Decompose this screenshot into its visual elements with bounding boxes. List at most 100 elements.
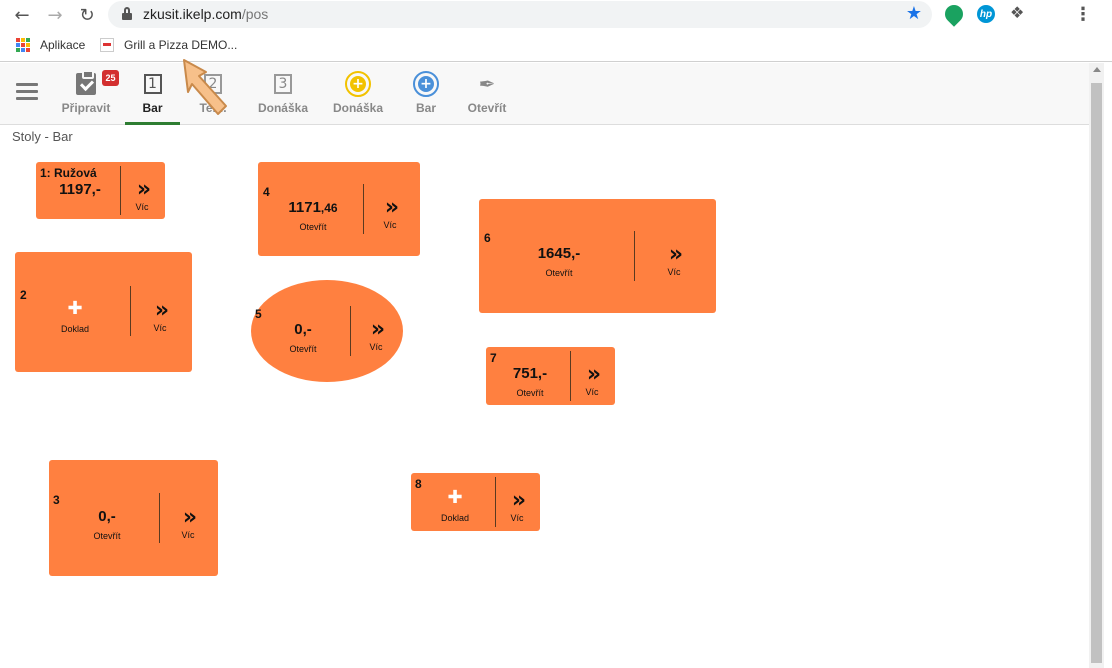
table-number: 5 (255, 307, 262, 321)
green-extension-icon[interactable] (941, 1, 967, 27)
table-number: 7 (490, 351, 497, 365)
double-chevron-right-icon: ›› (668, 242, 683, 267)
table-number: 1: Ružová (40, 166, 97, 180)
table-more-button[interactable]: ›› Víc (575, 364, 609, 398)
double-chevron-right-icon: ›› (182, 505, 197, 530)
number-box-icon: 1 (143, 74, 162, 94)
plus-circle-yellow-icon: + (345, 71, 371, 97)
table-5[interactable]: 5 0,- Otevřít ›› Víc (251, 280, 403, 382)
pos-app: Připravit 25 1 Bar 2 Ter... 3 Donáška + … (0, 63, 1089, 668)
table-divider (350, 306, 351, 356)
table-4[interactable]: 4 1171,46 Otevřít ›› Víc (258, 162, 420, 256)
bookmark-label: Aplikace (40, 38, 86, 52)
table-amount: 1171,46 (280, 199, 346, 216)
table-amount: 0,- (98, 508, 116, 525)
more-label: Víc (369, 342, 383, 352)
table-divider (159, 493, 160, 543)
bookmark-star-icon[interactable]: ★ (906, 3, 922, 24)
tab-donaska-3[interactable]: 3 Donáška (254, 71, 312, 125)
table-number: 6 (484, 231, 491, 245)
amount-decimal: ,46 (320, 201, 338, 215)
tab-label: Otevřít (467, 101, 507, 115)
hp-extension-icon[interactable]: hp (977, 5, 995, 23)
plus-icon: ✚ (67, 298, 83, 319)
table-status: Otevřít (545, 268, 573, 278)
tab-label: Bar (142, 101, 163, 115)
table-6[interactable]: 6 1645,- Otevřít ›› Víc (479, 199, 716, 313)
double-chevron-right-icon: ›› (511, 488, 526, 513)
new-donaska-button[interactable]: + Donáška (330, 71, 386, 125)
browser-menu-icon[interactable]: ⋮ (1074, 4, 1092, 25)
table-status: Otevřít (93, 531, 121, 541)
table-status: Doklad (60, 324, 89, 334)
site-favicon-icon (100, 38, 114, 52)
double-chevron-right-icon: ›› (370, 317, 385, 342)
table-summary: 0,- Otevřít (71, 508, 143, 541)
tab-label: Bar (415, 101, 436, 115)
table-more-button[interactable]: ›› Víc (125, 177, 159, 213)
table-more-button[interactable]: ›› Víc (657, 242, 691, 278)
vertical-scrollbar[interactable] (1089, 63, 1104, 668)
lock-icon (122, 7, 132, 21)
table-3[interactable]: 3 0,- Otevřít ›› Víc (49, 460, 218, 576)
double-chevron-right-icon: ›› (384, 195, 399, 220)
table-status: Otevřít (516, 388, 544, 398)
table-summary: ✚ Doklad (421, 487, 489, 524)
pos-toolbar: Připravit 25 1 Bar 2 Ter... 3 Donáška + … (0, 63, 1089, 125)
reload-icon[interactable]: ↻ (76, 4, 98, 26)
table-8[interactable]: 8 ✚ Doklad ›› Víc (411, 473, 540, 531)
table-more-button[interactable]: ›› Víc (359, 317, 393, 353)
table-1[interactable]: 1: Ružová 1197,- ›› Víc (36, 162, 165, 219)
tab-label: Připravit (61, 101, 111, 115)
table-amount: 0,- (294, 321, 312, 338)
double-chevron-right-icon: ›› (136, 177, 151, 202)
table-number: 2 (20, 288, 27, 302)
scroll-up-arrow-icon[interactable] (1093, 67, 1101, 72)
bookmark-apps[interactable]: Aplikace (16, 38, 85, 52)
table-amount: 751,- (512, 365, 548, 382)
tab-label: Donáška (257, 101, 309, 115)
mouse-cursor-icon (183, 59, 227, 115)
scrollbar-thumb[interactable] (1091, 83, 1102, 663)
bookmark-label: Grill a Pizza DEMO... (124, 38, 238, 52)
new-bar-button[interactable]: + Bar (406, 71, 446, 125)
table-divider (570, 351, 571, 401)
table-status: Otevřít (289, 344, 317, 354)
back-arrow-icon[interactable]: ← (11, 4, 33, 26)
table-divider (634, 231, 635, 281)
amount-integer: 1171 (288, 199, 321, 216)
table-more-button[interactable]: ›› Víc (500, 488, 534, 524)
table-summary: 1197,- (46, 181, 114, 198)
hamburger-menu-icon[interactable] (16, 83, 38, 101)
url-text: zkusit.ikelp.com/pos (143, 6, 269, 22)
more-label: Víc (667, 267, 681, 277)
table-divider (363, 184, 364, 234)
bottle-open-icon: ✒ (478, 72, 496, 96)
more-label: Víc (135, 202, 149, 212)
table-more-button[interactable]: ›› Víc (143, 298, 177, 334)
clipboard-check-icon (76, 70, 96, 95)
breadcrumb: Stoly - Bar (12, 129, 73, 144)
table-divider (130, 286, 131, 336)
forward-arrow-icon[interactable]: → (44, 4, 66, 26)
table-summary: 751,- Otevřít (496, 365, 564, 398)
address-bar[interactable]: zkusit.ikelp.com/pos ★ (108, 1, 932, 28)
tab-bar-1[interactable]: 1 Bar (125, 71, 180, 125)
extensions-puzzle-icon[interactable]: ❖ (1010, 3, 1028, 22)
browser-toolbar: ← → ↻ zkusit.ikelp.com/pos ★ hp ❖ ⋮ (0, 0, 1112, 30)
number-box-icon: 3 (274, 74, 292, 94)
table-more-button[interactable]: ›› Víc (373, 195, 407, 231)
table-status: Doklad (440, 513, 469, 523)
table-7[interactable]: 7 751,- Otevřít ›› Víc (486, 347, 615, 405)
table-summary: 0,- Otevřít (269, 321, 337, 354)
more-label: Víc (153, 323, 167, 333)
table-2[interactable]: 2 ✚ Doklad ›› Víc (15, 252, 192, 372)
bookmark-grill-pizza[interactable]: Grill a Pizza DEMO... (100, 38, 237, 52)
open-button[interactable]: ✒ Otevřít (464, 71, 510, 125)
double-chevron-right-icon: ›› (154, 298, 169, 323)
bookmarks-bar: Aplikace Grill a Pizza DEMO... (0, 30, 1112, 62)
plus-icon: ✚ (447, 487, 463, 508)
table-divider (495, 477, 496, 527)
table-divider (120, 166, 121, 215)
table-more-button[interactable]: ›› Víc (171, 505, 205, 541)
